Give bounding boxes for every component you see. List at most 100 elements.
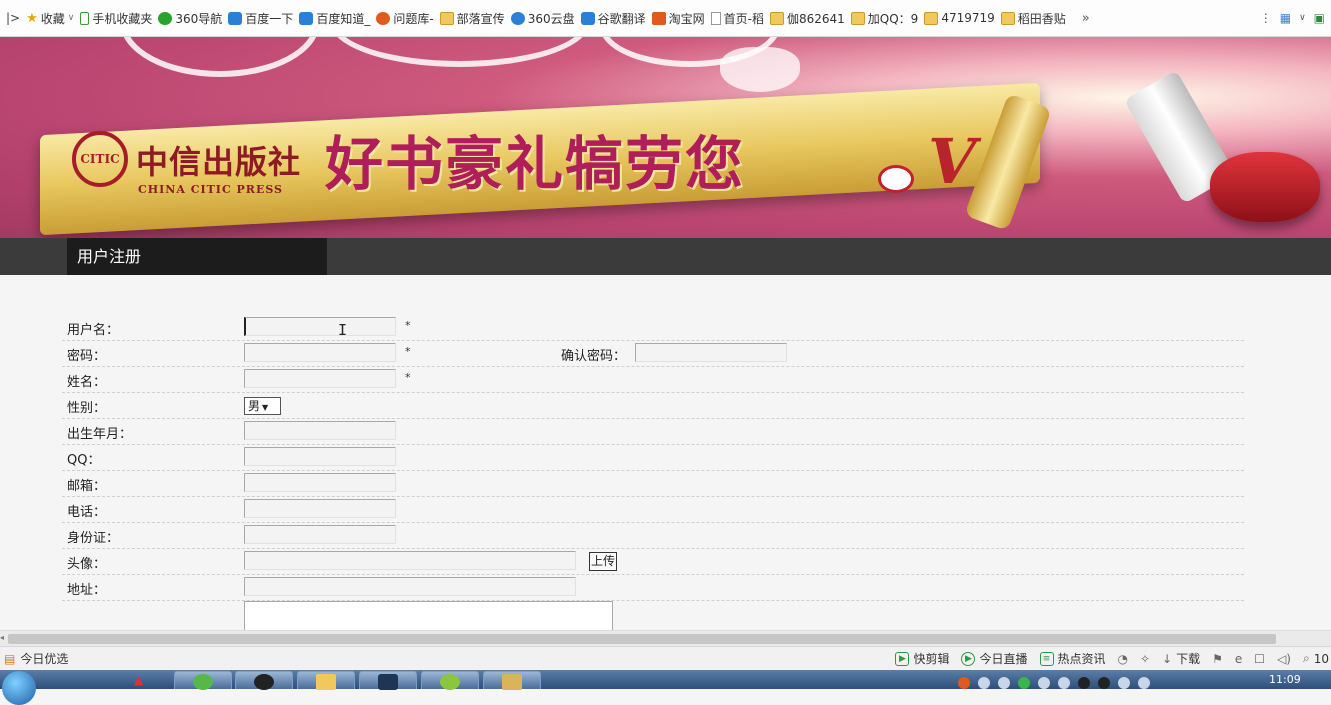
zoom-control[interactable]: ⌕ 10 (1303, 651, 1329, 666)
folder-icon (1000, 11, 1015, 25)
bookmark-item-folder-3[interactable]: 4719719 (924, 11, 995, 25)
apps-icon[interactable]: ▦ (1280, 11, 1291, 25)
bookmark-item-folder-1[interactable]: 伽862641 (769, 10, 845, 27)
ie-icon[interactable]: e (1235, 652, 1242, 666)
today-picks[interactable]: ▤ 今日优选 (0, 650, 68, 667)
bookmark-item-360cloud[interactable]: 360云盘 (510, 10, 575, 27)
system-tray (958, 677, 1150, 689)
password-input[interactable] (244, 343, 396, 362)
quick-clip-button[interactable]: ▶ 快剪辑 (895, 650, 949, 667)
tray-icon[interactable] (1038, 677, 1050, 689)
remarks-textarea[interactable] (244, 601, 613, 630)
pen-icon (378, 674, 398, 690)
upload-button[interactable]: 上传 (589, 552, 617, 571)
window-icon[interactable]: ☐ (1254, 652, 1265, 666)
sidebar-toggle-icon[interactable]: |> (6, 11, 20, 25)
qq-tray-icon[interactable] (1098, 677, 1110, 689)
reader-icon[interactable]: ▣ (1314, 11, 1325, 25)
more-bookmarks-button[interactable]: » (1082, 11, 1090, 26)
volume-icon[interactable]: ◁) (1277, 652, 1291, 666)
bookmark-item-google-translate[interactable]: 谷歌翻译 (580, 10, 646, 27)
registration-form: 用户名： * I 密码： * 确认密码： 姓名： * 性别： 男 ▼ 出生年月： … (0, 275, 1331, 630)
tab-user-registration[interactable]: 用户注册 (67, 238, 327, 275)
folder-icon (924, 11, 939, 25)
taobao-icon (651, 11, 666, 25)
idcard-label: 身份证： (67, 531, 120, 546)
bookmark-item-taobao[interactable]: 淘宝网 (651, 10, 705, 27)
pin-icon[interactable]: ✧ (1140, 652, 1150, 666)
tray-icon[interactable] (978, 677, 990, 689)
tray-icon[interactable] (998, 677, 1010, 689)
volume-tray-icon[interactable] (1138, 677, 1150, 689)
bookmark-item-360nav[interactable]: 360导航 (158, 10, 222, 27)
press-name-en: CHINA CITIC PRESS (138, 183, 283, 196)
taskbar-app-360browser[interactable] (174, 671, 232, 690)
bookmark-item-favorites[interactable]: ★ 收藏 ∨ (26, 10, 74, 27)
bookmark-item-folder-2[interactable]: 加QQ：9 (850, 10, 918, 27)
form-row-password: 密码： * 确认密码： (62, 341, 1244, 367)
flag-icon[interactable]: ⚑ (1212, 652, 1223, 666)
bookmark-item-tribe[interactable]: 部落宣传 (439, 10, 505, 27)
scrollbar-thumb[interactable] (8, 634, 1276, 644)
banner-slogan: 好书豪礼犒劳您 (325, 130, 746, 198)
live-today-button[interactable]: ▶ 今日直播 (961, 650, 1028, 667)
decor-heart (720, 47, 800, 92)
gender-select[interactable]: 男 ▼ (244, 397, 281, 415)
bookmark-item-folder-4[interactable]: 稻田香贴 (1000, 10, 1066, 27)
magnifier-icon: ⌕ (1302, 651, 1310, 665)
taskbar-app-green[interactable] (421, 671, 479, 690)
required-mark: * (405, 371, 411, 384)
windows-taskbar: ▲ 11:09 (0, 670, 1331, 705)
hot-news-button[interactable]: ≡ 热点资讯 (1039, 650, 1106, 667)
bookmark-item-home[interactable]: 首页-稻 (710, 10, 764, 27)
nav-bar: 用户注册 (0, 238, 1331, 275)
kebab-icon[interactable]: ⋮ (1260, 11, 1272, 25)
phone-input[interactable] (244, 499, 396, 518)
taskbar-app-qq[interactable] (235, 671, 293, 690)
system-clock[interactable]: 11:09 (1269, 673, 1301, 686)
idcard-input[interactable] (244, 525, 396, 544)
folder-icon (769, 11, 784, 25)
qq-input[interactable] (244, 447, 396, 466)
leaf-icon (440, 674, 460, 690)
download-button[interactable]: ↓ 下载 (1162, 650, 1200, 667)
chevron-down-icon: ∨ (67, 13, 75, 23)
email-input[interactable] (244, 473, 396, 492)
form-row-qq: QQ： (62, 445, 1244, 471)
bookmark-item-baidu[interactable]: 百度一下 (228, 10, 293, 27)
cloud-icon (510, 11, 525, 25)
shield-icon[interactable] (1018, 677, 1030, 689)
bookmark-item-baidu-zhidao[interactable]: 百度知道_ (299, 10, 370, 27)
taskbar-app-explorer[interactable] (297, 671, 355, 690)
status-tools: ▶ 快剪辑 ▶ 今日直播 ≡ 热点资讯 ◔ ✧ ↓ 下载 ⚑ e ☐ ◁) ⌕ 10 (895, 650, 1331, 667)
required-mark: * (405, 345, 411, 358)
speed-icon[interactable]: ◔ (1118, 652, 1128, 666)
app-icon[interactable]: ▲ (134, 673, 143, 687)
decor-gift-box (1210, 152, 1320, 222)
username-input[interactable] (244, 317, 396, 336)
form-row-gender: 性别： 男 ▼ (62, 393, 1244, 419)
qq-tray-icon[interactable] (1078, 677, 1090, 689)
confirm-password-input[interactable] (635, 343, 787, 362)
tray-icon[interactable] (1118, 677, 1130, 689)
chevron-down-icon[interactable]: ∨ (1299, 13, 1306, 23)
taskbar-app-editor[interactable] (359, 671, 417, 690)
avatar-label: 头像： (67, 557, 107, 572)
birthday-input[interactable] (244, 421, 396, 440)
address-input[interactable] (244, 577, 576, 596)
realname-input[interactable] (244, 369, 396, 388)
bookmark-item-mobile[interactable]: 手机收藏夹 (80, 10, 152, 27)
text-cursor-icon: I (338, 321, 348, 339)
horizontal-scrollbar[interactable]: ◂ (0, 630, 1331, 646)
qq-label: QQ： (67, 453, 101, 468)
scroll-left-icon[interactable]: ◂ (0, 633, 4, 642)
start-button[interactable] (2, 671, 36, 705)
taskbar-app-tool[interactable] (483, 671, 541, 690)
form-row-phone: 电话： (62, 497, 1244, 523)
avatar-path-input[interactable] (244, 551, 576, 570)
username-label: 用户名： (67, 323, 120, 338)
tray-icon[interactable] (1058, 677, 1070, 689)
bookmark-item-question-bank[interactable]: 问题库- (376, 10, 434, 27)
required-mark: * (405, 319, 411, 332)
sogou-tray-icon[interactable] (958, 677, 970, 689)
